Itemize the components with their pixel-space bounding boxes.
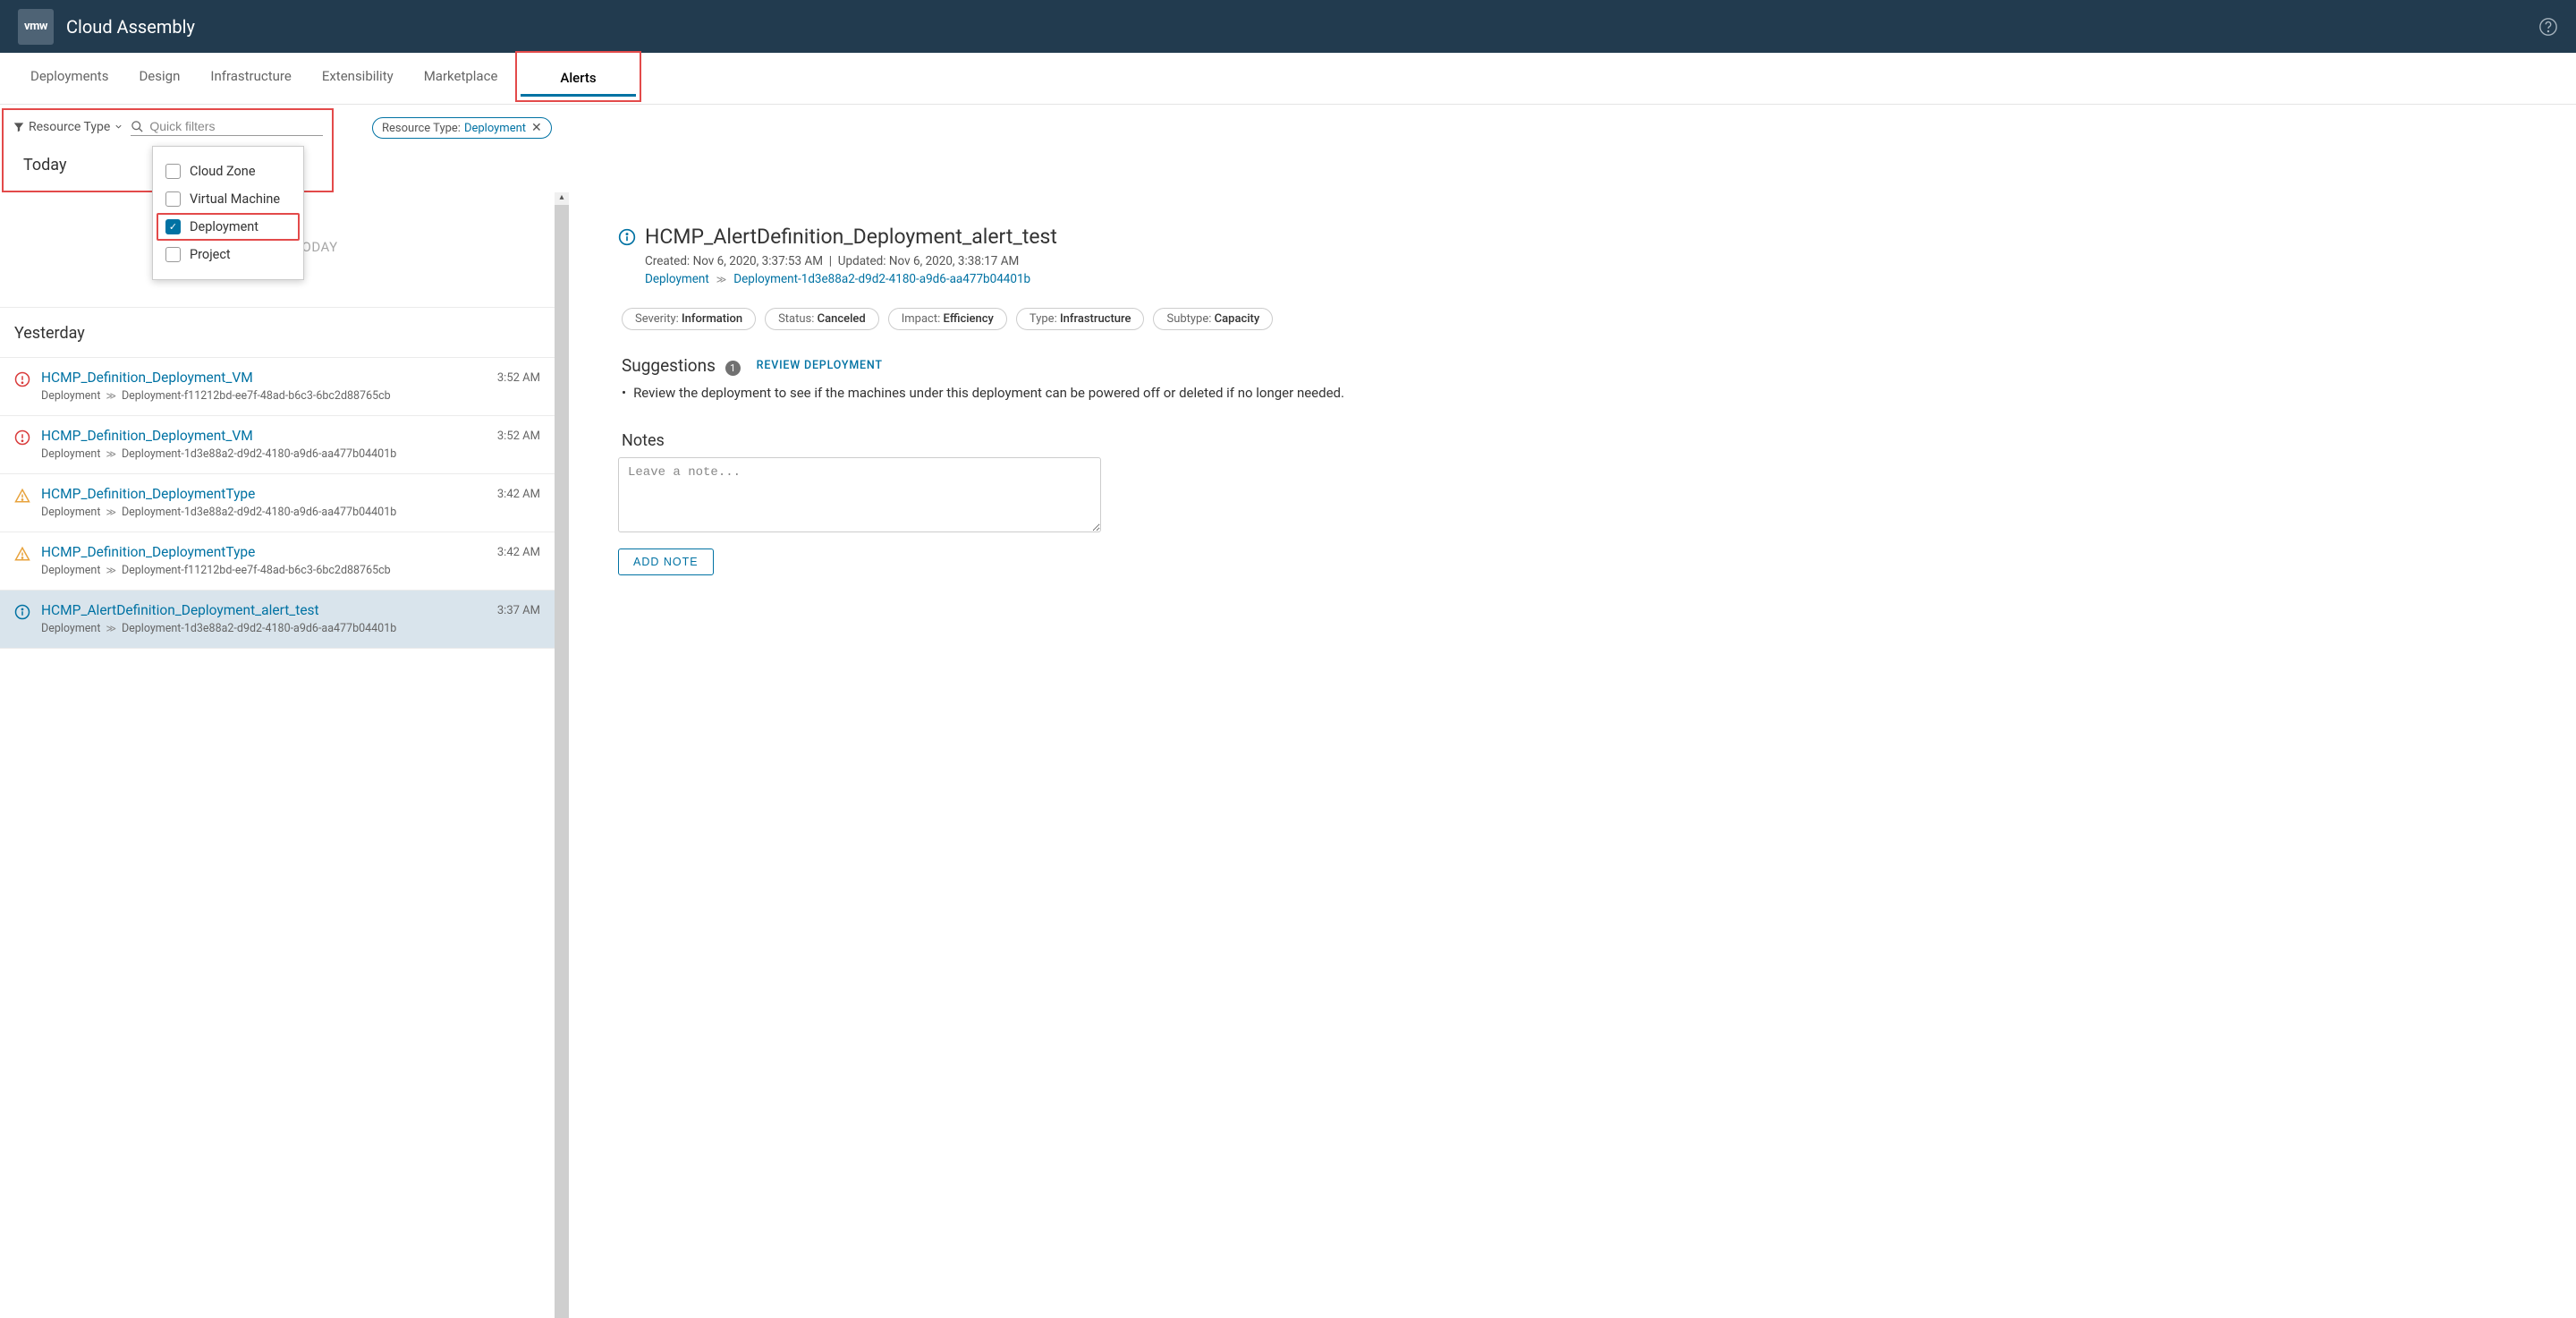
add-note-button[interactable]: ADD NOTE xyxy=(618,548,714,575)
scroll-up-icon[interactable]: ▴ xyxy=(555,192,569,202)
checkbox-icon xyxy=(165,191,181,207)
alert-breadcrumb-type: Deployment xyxy=(41,447,100,461)
alert-breadcrumb-type: Deployment xyxy=(41,622,100,635)
detail-title: HCMP_AlertDefinition_Deployment_alert_te… xyxy=(645,225,1057,249)
tab-deployments[interactable]: Deployments xyxy=(18,53,121,104)
alert-list-item[interactable]: HCMP_Definition_DeploymentType Deploymen… xyxy=(0,532,555,591)
tab-infrastructure[interactable]: Infrastructure xyxy=(198,53,303,104)
tab-marketplace[interactable]: Marketplace xyxy=(411,53,511,104)
chevron-right-icon: ≫ xyxy=(106,390,116,402)
checkbox-icon xyxy=(165,164,181,179)
tab-alerts[interactable]: Alerts xyxy=(521,56,635,97)
alert-timestamp: 3:52 AM xyxy=(497,429,540,443)
yesterday-section-label: Yesterday xyxy=(0,308,555,358)
alert-timestamp: 3:37 AM xyxy=(497,604,540,617)
alert-timestamp: 3:42 AM xyxy=(497,546,540,559)
alert-list-item[interactable]: HCMP_AlertDefinition_Deployment_alert_te… xyxy=(0,591,555,649)
filter-chip-resource-type[interactable]: Resource Type: Deployment ✕ xyxy=(372,117,552,139)
filter-option-project[interactable]: Project xyxy=(165,241,291,268)
chevron-right-icon: ≫ xyxy=(106,448,116,460)
breadcrumb-deployment-id-link[interactable]: Deployment-1d3e88a2-d9d2-4180-a9d6-aa477… xyxy=(733,272,1030,286)
filter-icon xyxy=(13,121,25,133)
filter-option-cloud-zone[interactable]: Cloud Zone xyxy=(165,157,291,185)
chip-key: Resource Type: xyxy=(382,122,461,135)
severity-info-icon xyxy=(618,228,636,246)
filter-option-label: Project xyxy=(190,247,231,262)
alert-tags: Severity: Information Status: Canceled I… xyxy=(622,308,2576,330)
search-icon xyxy=(131,120,144,133)
close-icon[interactable]: ✕ xyxy=(531,121,542,135)
alert-breadcrumb-type: Deployment xyxy=(41,389,100,403)
annotation-box-filter: Resource Type Today Cloud Zone Virtual M… xyxy=(2,108,334,192)
alert-list-item[interactable]: HCMP_Definition_Deployment_VM Deployment… xyxy=(0,358,555,416)
suggestions-count-badge: 1 xyxy=(725,361,741,376)
severity-warning-icon xyxy=(14,546,30,562)
severity-critical-icon xyxy=(14,429,30,446)
quick-filters-input[interactable] xyxy=(149,119,323,133)
tag-subtype: Subtype: Capacity xyxy=(1153,308,1273,330)
chevron-right-icon: ≫ xyxy=(106,623,116,634)
filter-option-deployment[interactable]: ✓ Deployment xyxy=(157,213,300,241)
filter-option-label: Virtual Machine xyxy=(190,191,280,207)
severity-critical-icon xyxy=(14,371,30,387)
filter-option-label: Cloud Zone xyxy=(190,164,256,179)
alert-detail-pane: HCMP_AlertDefinition_Deployment_alert_te… xyxy=(569,225,2576,1318)
help-icon[interactable] xyxy=(2538,17,2558,37)
chevron-right-icon: ≫ xyxy=(106,506,116,518)
filter-option-virtual-machine[interactable]: Virtual Machine xyxy=(165,185,291,213)
scroll-thumb[interactable] xyxy=(555,205,569,1318)
alert-timestamp: 3:52 AM xyxy=(497,371,540,385)
alert-title: HCMP_Definition_Deployment_VM xyxy=(41,428,487,444)
alert-breadcrumb-id: Deployment-1d3e88a2-d9d2-4180-a9d6-aa477… xyxy=(122,506,396,519)
alert-timestamp: 3:42 AM xyxy=(497,488,540,501)
annotation-box-alerts-tab: Alerts xyxy=(515,51,640,102)
alert-breadcrumb-id: Deployment-1d3e88a2-d9d2-4180-a9d6-aa477… xyxy=(122,622,396,635)
alert-title: HCMP_Definition_DeploymentType xyxy=(41,544,487,560)
tab-design[interactable]: Design xyxy=(126,53,192,104)
alert-list-item[interactable]: HCMP_Definition_Deployment_VM Deployment… xyxy=(0,416,555,474)
tag-impact: Impact: Efficiency xyxy=(888,308,1007,330)
filter-option-label: Deployment xyxy=(190,219,258,234)
chevron-right-icon: ≫ xyxy=(106,565,116,576)
alert-breadcrumb-id: Deployment-f11212bd-ee7f-48ad-b6c3-6bc2d… xyxy=(122,564,391,577)
alert-list-item[interactable]: HCMP_Definition_DeploymentType Deploymen… xyxy=(0,474,555,532)
alerts-list-pane: NO ALERTS TODAY Yesterday HCMP_Definitio… xyxy=(0,192,555,1318)
suggestions-heading: Suggestions 1 xyxy=(622,355,741,376)
app-header: vmw Cloud Assembly xyxy=(0,0,2576,53)
tab-extensibility[interactable]: Extensibility xyxy=(309,53,406,104)
alert-title: HCMP_Definition_DeploymentType xyxy=(41,486,487,502)
app-title: Cloud Assembly xyxy=(66,16,195,38)
review-deployment-link[interactable]: REVIEW DEPLOYMENT xyxy=(757,359,883,372)
notes-textarea[interactable] xyxy=(618,457,1101,532)
resource-type-dropdown: Cloud Zone Virtual Machine ✓ Deployment … xyxy=(152,146,304,280)
alert-breadcrumb-id: Deployment-f11212bd-ee7f-48ad-b6c3-6bc2d… xyxy=(122,389,391,403)
chip-value: Deployment xyxy=(464,122,526,135)
chevron-down-icon xyxy=(114,122,123,132)
notes-heading: Notes xyxy=(622,431,2576,450)
detail-breadcrumb: Deployment ≫ Deployment-1d3e88a2-d9d2-41… xyxy=(645,272,2576,286)
primary-nav: Deployments Design Infrastructure Extens… xyxy=(0,53,2576,105)
alert-breadcrumb-type: Deployment xyxy=(41,564,100,577)
detail-timestamps: Created: Nov 6, 2020, 3:37:53 AM | Updat… xyxy=(645,254,2576,268)
breadcrumb-deployment-link[interactable]: Deployment xyxy=(645,272,709,286)
suggestion-text: •Review the deployment to see if the mac… xyxy=(622,385,2576,401)
alert-breadcrumb-type: Deployment xyxy=(41,506,100,519)
checkbox-checked-icon: ✓ xyxy=(165,219,181,234)
quick-filters-search[interactable] xyxy=(131,117,323,136)
vmware-logo: vmw xyxy=(18,9,54,45)
alert-title: HCMP_AlertDefinition_Deployment_alert_te… xyxy=(41,602,487,618)
scrollbar[interactable]: ▴ xyxy=(555,192,569,1318)
severity-info-icon xyxy=(14,604,30,620)
alert-breadcrumb-id: Deployment-1d3e88a2-d9d2-4180-a9d6-aa477… xyxy=(122,447,396,461)
chevron-right-icon: ≫ xyxy=(716,274,727,285)
severity-warning-icon xyxy=(14,488,30,504)
checkbox-icon xyxy=(165,247,181,262)
resource-type-filter-button[interactable]: Resource Type xyxy=(13,120,123,134)
tag-status: Status: Canceled xyxy=(765,308,879,330)
tag-type: Type: Infrastructure xyxy=(1016,308,1145,330)
tag-severity: Severity: Information xyxy=(622,308,756,330)
filter-label: Resource Type xyxy=(29,120,110,134)
alert-title: HCMP_Definition_Deployment_VM xyxy=(41,370,487,386)
